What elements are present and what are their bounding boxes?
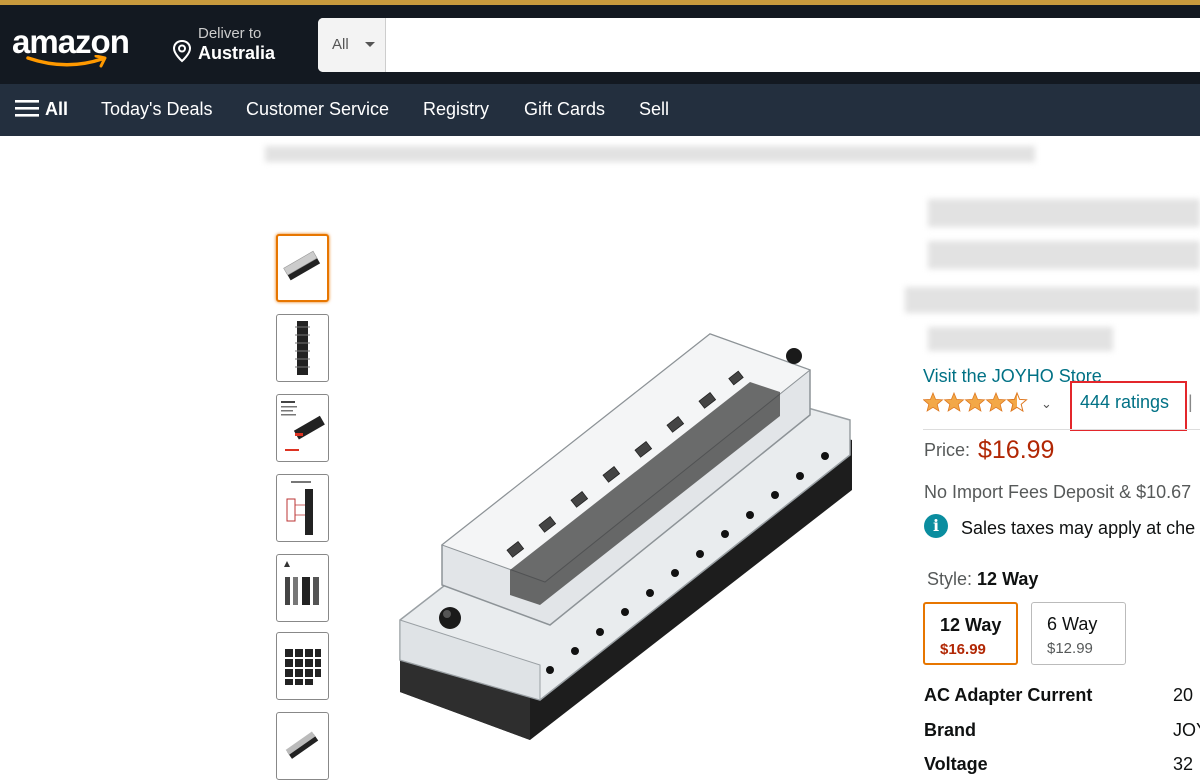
product-thumbnail-image bbox=[286, 481, 313, 535]
thumbnail-7[interactable] bbox=[276, 712, 329, 780]
spec-key-brand: Brand bbox=[924, 720, 977, 740]
thumbnail-5[interactable] bbox=[276, 554, 329, 622]
product-thumbnail-image bbox=[295, 321, 310, 375]
divider bbox=[923, 429, 1200, 430]
spec-key-voltage: Voltage bbox=[924, 754, 988, 774]
star-rating[interactable] bbox=[923, 391, 1033, 413]
spec-key-ac-adapter-current: AC Adapter Current bbox=[924, 685, 1093, 705]
nav-gift-cards[interactable]: Gift Cards bbox=[524, 99, 605, 120]
spec-value-ac-adapter-current: 20 bbox=[1173, 685, 1194, 705]
product-thumbnail-image bbox=[283, 250, 321, 281]
blurred-title-line-3 bbox=[905, 287, 1200, 313]
nav-all-menu[interactable]: All bbox=[15, 99, 68, 120]
nav-bar: All Today's Deals Customer Service Regis… bbox=[0, 84, 1200, 136]
main-product-image[interactable] bbox=[390, 320, 860, 750]
deliver-to[interactable]: Deliver to Australia bbox=[172, 25, 292, 69]
blurred-breadcrumb bbox=[265, 146, 1035, 162]
nav-registry[interactable]: Registry bbox=[423, 99, 489, 120]
star-icon bbox=[965, 392, 985, 412]
spec-value-voltage: 32 bbox=[1173, 754, 1194, 774]
caret-down-icon bbox=[365, 42, 375, 47]
chevron-down-icon[interactable]: ⌄ bbox=[1041, 396, 1052, 412]
separator: | bbox=[1188, 392, 1193, 412]
logo-smile-icon bbox=[26, 55, 107, 68]
search-category-label: All bbox=[332, 36, 349, 53]
header: amazon Deliver to Australia All bbox=[0, 5, 1200, 84]
blurred-title-line-4 bbox=[928, 327, 1113, 351]
product-thumbnail-image bbox=[281, 401, 325, 451]
price-label: Price: bbox=[924, 440, 971, 460]
blurred-title-line-1 bbox=[928, 199, 1200, 227]
amazon-logo[interactable]: amazon bbox=[12, 21, 144, 69]
star-icon bbox=[986, 392, 1006, 412]
search-category-dropdown[interactable]: All bbox=[318, 18, 386, 72]
style-option-12-way[interactable]: 12 Way $16.99 bbox=[923, 602, 1018, 665]
nav-sell[interactable]: Sell bbox=[639, 99, 669, 120]
product-thumbnail-image bbox=[284, 561, 319, 605]
nav-todays-deals[interactable]: Today's Deals bbox=[101, 99, 213, 120]
thumbnail-4[interactable] bbox=[276, 474, 329, 542]
product-thumbnail-image bbox=[285, 649, 321, 685]
star-icon bbox=[923, 392, 943, 412]
hamburger-icon bbox=[15, 100, 39, 117]
style-value: 12 Way bbox=[977, 569, 1039, 589]
style-option-6-way[interactable]: 6 Way $12.99 bbox=[1031, 602, 1126, 665]
spec-value-brand: JOY bbox=[1173, 720, 1200, 740]
option-name: 12 Way bbox=[940, 615, 1002, 635]
search-input[interactable] bbox=[386, 18, 1200, 72]
price-value: $16.99 bbox=[978, 436, 1055, 464]
thumbnail-6[interactable] bbox=[276, 632, 329, 700]
location-pin-icon bbox=[172, 39, 192, 63]
info-icon[interactable]: i bbox=[924, 514, 948, 538]
sales-tax-text: Sales taxes may apply at che bbox=[961, 518, 1196, 538]
thumbnail-1[interactable] bbox=[276, 234, 329, 302]
product-thumbnail-image bbox=[285, 731, 319, 759]
star-icon bbox=[944, 392, 964, 412]
blurred-title-line-2 bbox=[928, 241, 1200, 269]
thumbnail-3[interactable] bbox=[276, 394, 329, 462]
search-bar: All bbox=[318, 18, 1200, 72]
option-price: $12.99 bbox=[1047, 640, 1093, 657]
nav-all-label: All bbox=[45, 99, 69, 119]
deliver-label: Deliver to bbox=[198, 25, 262, 42]
import-fees-text: No Import Fees Deposit & $10.67 bbox=[924, 482, 1192, 502]
style-selection: Style: 12 Way bbox=[927, 569, 1038, 590]
nav-customer-service[interactable]: Customer Service bbox=[246, 99, 389, 120]
style-label: Style: bbox=[927, 569, 973, 589]
thumbnail-2[interactable] bbox=[276, 314, 329, 382]
option-price: $16.99 bbox=[940, 641, 986, 658]
option-name: 6 Way bbox=[1047, 614, 1098, 634]
deliver-location: Australia bbox=[198, 43, 276, 63]
star-icon bbox=[1007, 392, 1027, 412]
highlight-box bbox=[1070, 381, 1187, 431]
